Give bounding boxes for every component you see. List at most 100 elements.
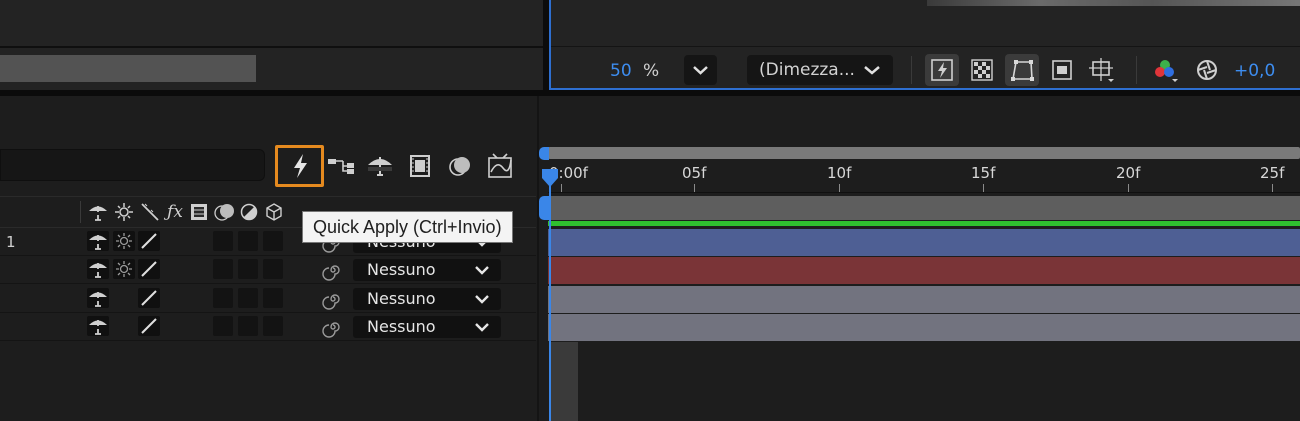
time-ruler-label: 20f [1116,164,1141,182]
motion-blur-switch[interactable] [213,288,233,308]
motion-blur-button[interactable] [444,150,476,182]
time-ruler-tick [983,184,984,192]
shy-icon [89,292,107,307]
quality-switch[interactable] [138,259,160,279]
parent-dropdown[interactable]: Nessuno [353,259,501,281]
shy-switch[interactable] [87,316,109,336]
layer-duration-bar[interactable] [548,286,1300,313]
layer-row[interactable]: Nessuno [0,285,536,313]
adjustment-layer-header-icon[interactable] [239,202,259,222]
shy-icon [89,263,107,278]
graph-editor-icon [488,153,512,178]
3d-switch[interactable] [263,259,283,279]
shy-switch[interactable] [87,288,109,308]
shy-switch[interactable] [87,259,109,279]
playhead-line[interactable] [549,176,551,421]
quality-header-icon[interactable] [140,202,160,222]
lightning-bolt-icon [293,154,307,178]
frame-blend-header-icon[interactable] [189,202,209,222]
parent-dropdown[interactable]: Nessuno [353,288,501,310]
project-panel-top [0,0,543,90]
show-channel-button[interactable] [1148,54,1182,86]
3d-layer-header-icon[interactable] [264,202,284,222]
motion-blur-switch[interactable] [213,316,233,336]
work-area-start-handle[interactable] [539,147,549,160]
pick-whip-icon[interactable] [322,259,344,281]
region-of-interest-icon [1052,60,1072,80]
adjustment-switch[interactable] [238,288,258,308]
pick-whip-icon[interactable] [322,316,344,338]
3d-switch[interactable] [263,288,283,308]
divider [1136,56,1137,84]
parent-dropdown-label: Nessuno [367,289,436,308]
collapse-switch[interactable] [113,231,135,251]
shy-switch[interactable] [87,231,109,251]
time-ruler-tick [1272,184,1273,192]
mask-visibility-button[interactable] [1005,54,1039,86]
3d-switch[interactable] [263,316,283,336]
empty-area-shade [551,342,578,421]
adjustment-switch[interactable] [238,259,258,279]
adjustment-switch[interactable] [238,231,258,251]
divider [80,201,81,223]
chevron-down-icon [864,66,880,75]
quick-apply-tooltip: Quick Apply (Ctrl+Invio) [302,211,513,243]
shy-switch-header-icon[interactable] [88,202,108,222]
hide-shy-layers-button[interactable] [364,150,396,182]
adjustment-switch[interactable] [238,316,258,336]
time-ruler-label: 05f [682,164,707,182]
collapse-switch[interactable] [113,259,135,279]
mask-shape-icon [1011,60,1034,81]
resolution-dropdown[interactable]: (Dimezza... [747,55,893,85]
exposure-value[interactable]: +0,0 [1234,61,1275,81]
layer-duration-bar[interactable] [548,257,1300,284]
3d-switch[interactable] [263,231,283,251]
quality-slash-icon [141,233,157,249]
time-ruler-tick [839,184,840,192]
quality-switch[interactable] [138,288,160,308]
time-ruler[interactable] [548,160,1300,193]
playhead-handle-icon[interactable] [541,168,559,188]
parent-dropdown[interactable]: Nessuno [353,316,501,338]
film-icon [191,204,207,220]
quality-switch[interactable] [138,231,160,251]
reset-exposure-button[interactable] [1190,54,1224,86]
fast-previews-button[interactable] [925,54,959,86]
motion-blur-header-icon[interactable] [214,202,236,222]
pick-whip-icon[interactable] [322,288,344,310]
effects-fx-header-icon[interactable]: ƒx [164,202,186,222]
motion-blur-switch[interactable] [213,259,233,279]
layer-search-input[interactable] [0,149,265,181]
exposure-aperture-icon [1197,60,1217,80]
region-of-interest-button[interactable] [1045,54,1079,86]
motion-blur-switch[interactable] [213,231,233,251]
zoom-value[interactable]: 50 [610,61,632,81]
rgb-channels-icon [1155,60,1178,82]
shy-icon [89,235,107,250]
time-ruler-tick [1128,184,1129,192]
grid-guides-button[interactable] [1085,54,1119,86]
scrollbar[interactable] [0,55,256,82]
layer-row[interactable]: Nessuno [0,256,536,284]
shy-icon [89,320,107,335]
transparency-grid-button[interactable] [965,54,999,86]
collapse-transform-header-icon[interactable] [114,202,134,222]
sun-burst-icon [116,233,132,249]
graph-editor-button[interactable] [484,150,516,182]
timeline-divider[interactable] [537,96,539,421]
work-area-bar[interactable] [548,147,1300,159]
composition-start-marker [539,196,549,220]
layer-duration-bar[interactable] [548,314,1300,341]
quality-slash-icon [141,290,157,306]
checkerboard-icon [971,59,993,81]
viewer-image [927,0,1300,6]
quick-apply-button[interactable] [275,145,324,187]
divider [551,46,1300,47]
fast-preview-icon [931,59,953,81]
composition-flowchart-button[interactable] [326,150,358,182]
frame-blending-button[interactable] [404,150,436,182]
zoom-dropdown-button[interactable] [684,55,717,85]
quality-switch[interactable] [138,316,160,336]
layer-duration-bar[interactable] [548,229,1300,256]
layer-row[interactable]: Nessuno [0,313,536,341]
